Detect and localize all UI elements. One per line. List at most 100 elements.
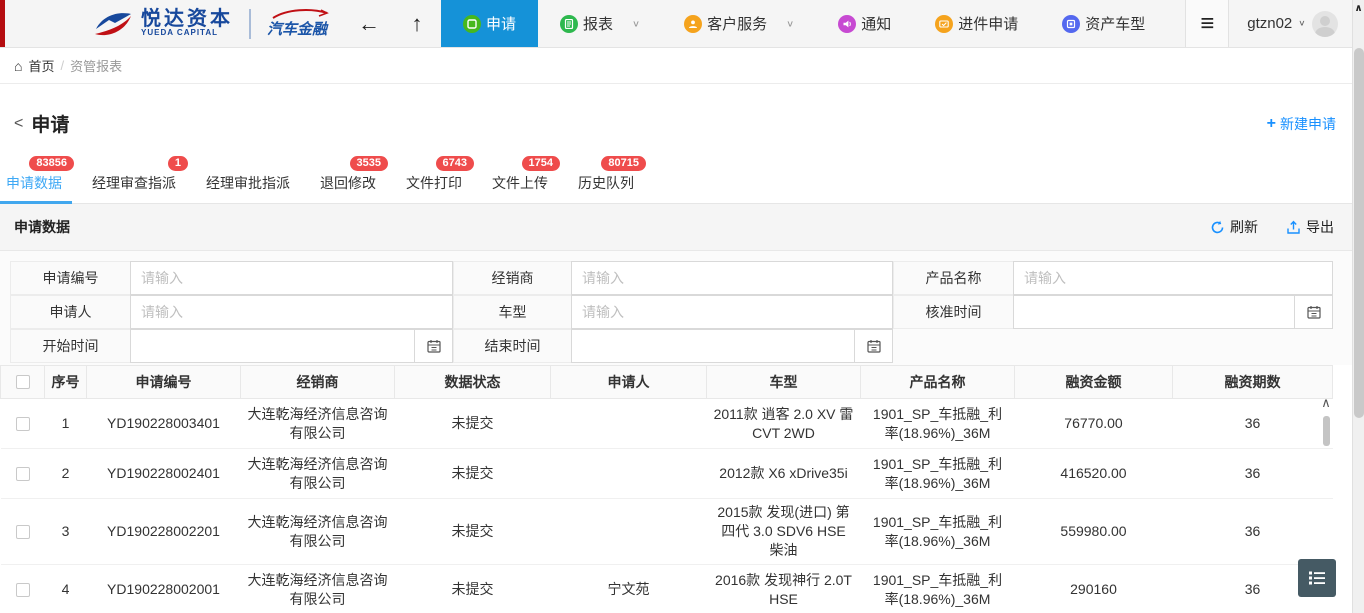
tab-label: 经理审查指派 bbox=[92, 175, 176, 191]
page-scrollbar[interactable]: ∧ bbox=[1352, 0, 1364, 613]
menu-item-notifications[interactable]: 通知 bbox=[816, 0, 913, 47]
filter-label-start-time: 开始时间 bbox=[10, 329, 130, 363]
chevron-left-icon: < bbox=[14, 115, 23, 133]
refresh-label: 刷新 bbox=[1230, 217, 1258, 237]
tab-label: 文件上传 bbox=[492, 175, 548, 191]
cell-product: 1901_SP_车抵融_利率(18.96%)_36M bbox=[861, 399, 1015, 449]
calendar-icon[interactable] bbox=[414, 330, 452, 362]
list-icon bbox=[1307, 568, 1327, 588]
tab-file-upload[interactable]: 文件上传 1754 bbox=[490, 171, 550, 203]
menu-item-customer-service[interactable]: 客户服务 ∨ bbox=[662, 0, 816, 47]
row-checkbox[interactable] bbox=[16, 467, 30, 481]
up-button[interactable]: ↑ bbox=[393, 0, 441, 47]
tab-return-modify[interactable]: 退回修改 3535 bbox=[318, 171, 378, 203]
hamburger-menu-button[interactable]: ≡ bbox=[1185, 0, 1229, 47]
car-swoosh-icon bbox=[271, 8, 329, 20]
end-time-input[interactable] bbox=[572, 330, 854, 362]
cell-applicant bbox=[551, 399, 707, 449]
cell-term: 36 bbox=[1173, 399, 1333, 449]
filter-empty-cell bbox=[1013, 329, 1333, 363]
cell-dealer: 大连乾海经济信息咨询有限公司 bbox=[241, 499, 395, 565]
table-scrollbar: ∧ bbox=[1318, 396, 1334, 446]
cell-dealer: 大连乾海经济信息咨询有限公司 bbox=[241, 399, 395, 449]
tab-application-data[interactable]: 申请数据 83856 bbox=[4, 171, 64, 203]
table-row[interactable]: 4 YD190228002001 大连乾海经济信息咨询有限公司 未提交 宁文苑 … bbox=[1, 565, 1333, 613]
filter-row-1: 申请编号 经销商 产品名称 bbox=[10, 261, 1342, 295]
filter-label-app-no: 申请编号 bbox=[10, 261, 130, 295]
avatar[interactable] bbox=[1312, 11, 1338, 37]
row-checkbox[interactable] bbox=[16, 583, 30, 597]
quick-list-button[interactable] bbox=[1298, 559, 1336, 597]
tab-manager-review-assign[interactable]: 经理审查指派 1 bbox=[90, 171, 178, 203]
menu-item-label: 资产车型 bbox=[1085, 13, 1145, 34]
dealer-input[interactable] bbox=[572, 262, 892, 294]
user-menu[interactable]: gtzn02 ∨ bbox=[1229, 0, 1347, 47]
menu-item-asset-models[interactable]: 资产车型 bbox=[1040, 0, 1167, 47]
start-time-input[interactable] bbox=[131, 330, 414, 362]
export-icon bbox=[1286, 220, 1301, 235]
product-input[interactable] bbox=[1014, 262, 1332, 294]
cell-applicant: 宁文苑 bbox=[551, 565, 707, 613]
col-model: 车型 bbox=[707, 366, 861, 399]
cell-dealer: 大连乾海经济信息咨询有限公司 bbox=[241, 565, 395, 613]
cell-seq: 1 bbox=[45, 399, 87, 449]
col-seq: 序号 bbox=[45, 366, 87, 399]
col-dealer: 经销商 bbox=[241, 366, 395, 399]
table-row[interactable]: 1 YD190228003401 大连乾海经济信息咨询有限公司 未提交 2011… bbox=[1, 399, 1333, 449]
filter-field bbox=[130, 295, 453, 329]
back-title-group[interactable]: < 申请 bbox=[14, 110, 69, 137]
main-menu: 申请 报表 ∨ 客户服务 ∨ 通知 bbox=[441, 0, 1167, 47]
tab-file-print[interactable]: 文件打印 6743 bbox=[404, 171, 464, 203]
applicant-input[interactable] bbox=[131, 296, 452, 328]
tab-label: 文件打印 bbox=[406, 175, 462, 191]
cell-status: 未提交 bbox=[395, 399, 551, 449]
cell-app-no: YD190228002001 bbox=[87, 565, 241, 613]
cell-amount: 559980.00 bbox=[1015, 499, 1173, 565]
table-scroll-up-icon[interactable]: ∧ bbox=[1321, 396, 1331, 410]
chevron-down-icon: ∨ bbox=[632, 18, 640, 28]
filter-label-applicant: 申请人 bbox=[10, 295, 130, 329]
page: 悦达资本 YUEDA CAPITAL 汽车金融 ← ↑ 申请 bbox=[0, 0, 1352, 613]
section-header: 申请数据 刷新 导出 bbox=[0, 204, 1352, 251]
approve-time-input[interactable] bbox=[1014, 296, 1294, 328]
tab-badge: 6743 bbox=[436, 156, 474, 171]
app-no-input[interactable] bbox=[131, 262, 452, 294]
cell-status: 未提交 bbox=[395, 499, 551, 565]
section-actions: 刷新 导出 bbox=[1210, 217, 1334, 237]
menu-item-apply[interactable]: 申请 bbox=[441, 0, 538, 47]
model-input[interactable] bbox=[572, 296, 892, 328]
back-button[interactable]: ← bbox=[345, 0, 393, 47]
cell-term: 36 bbox=[1173, 449, 1333, 499]
menu-item-reports[interactable]: 报表 ∨ bbox=[538, 0, 662, 47]
table-row[interactable]: 2 YD190228002401 大连乾海经济信息咨询有限公司 未提交 2012… bbox=[1, 449, 1333, 499]
cell-applicant bbox=[551, 499, 707, 565]
filter-label-product: 产品名称 bbox=[893, 261, 1013, 295]
tab-badge: 3535 bbox=[350, 156, 388, 171]
calendar-icon[interactable] bbox=[1294, 296, 1332, 328]
row-checkbox[interactable] bbox=[16, 525, 30, 539]
menu-item-intake-apply[interactable]: 进件申请 bbox=[913, 0, 1040, 47]
refresh-button[interactable]: 刷新 bbox=[1210, 217, 1258, 237]
chevron-down-icon: ∨ bbox=[786, 18, 794, 28]
export-button[interactable]: 导出 bbox=[1286, 217, 1334, 237]
filter-label-end-time: 结束时间 bbox=[453, 329, 571, 363]
speaker-icon bbox=[838, 15, 856, 33]
select-all-checkbox[interactable] bbox=[16, 375, 30, 389]
breadcrumb-home[interactable]: 首页 bbox=[28, 56, 54, 75]
table-row[interactable]: 3 YD190228002201 大连乾海经济信息咨询有限公司 未提交 2015… bbox=[1, 499, 1333, 565]
filter-field bbox=[1013, 295, 1333, 329]
calendar-icon[interactable] bbox=[854, 330, 892, 362]
person-icon bbox=[684, 15, 702, 33]
row-checkbox[interactable] bbox=[16, 417, 30, 431]
cell-product: 1901_SP_车抵融_利率(18.96%)_36M bbox=[861, 499, 1015, 565]
chevron-down-icon: ∨ bbox=[1298, 19, 1305, 28]
page-scroll-up-icon[interactable]: ∧ bbox=[1353, 0, 1364, 16]
page-scrollbar-thumb[interactable] bbox=[1354, 48, 1364, 418]
table-scrollbar-thumb[interactable] bbox=[1323, 416, 1330, 446]
filter-field bbox=[571, 261, 893, 295]
new-application-button[interactable]: + 新建申请 bbox=[1267, 114, 1336, 134]
tab-history-queue[interactable]: 历史队列 80715 bbox=[576, 171, 636, 203]
cell-status: 未提交 bbox=[395, 449, 551, 499]
tab-manager-approve-assign[interactable]: 经理审批指派 bbox=[204, 171, 292, 203]
up-arrow-icon: ↑ bbox=[412, 11, 423, 37]
